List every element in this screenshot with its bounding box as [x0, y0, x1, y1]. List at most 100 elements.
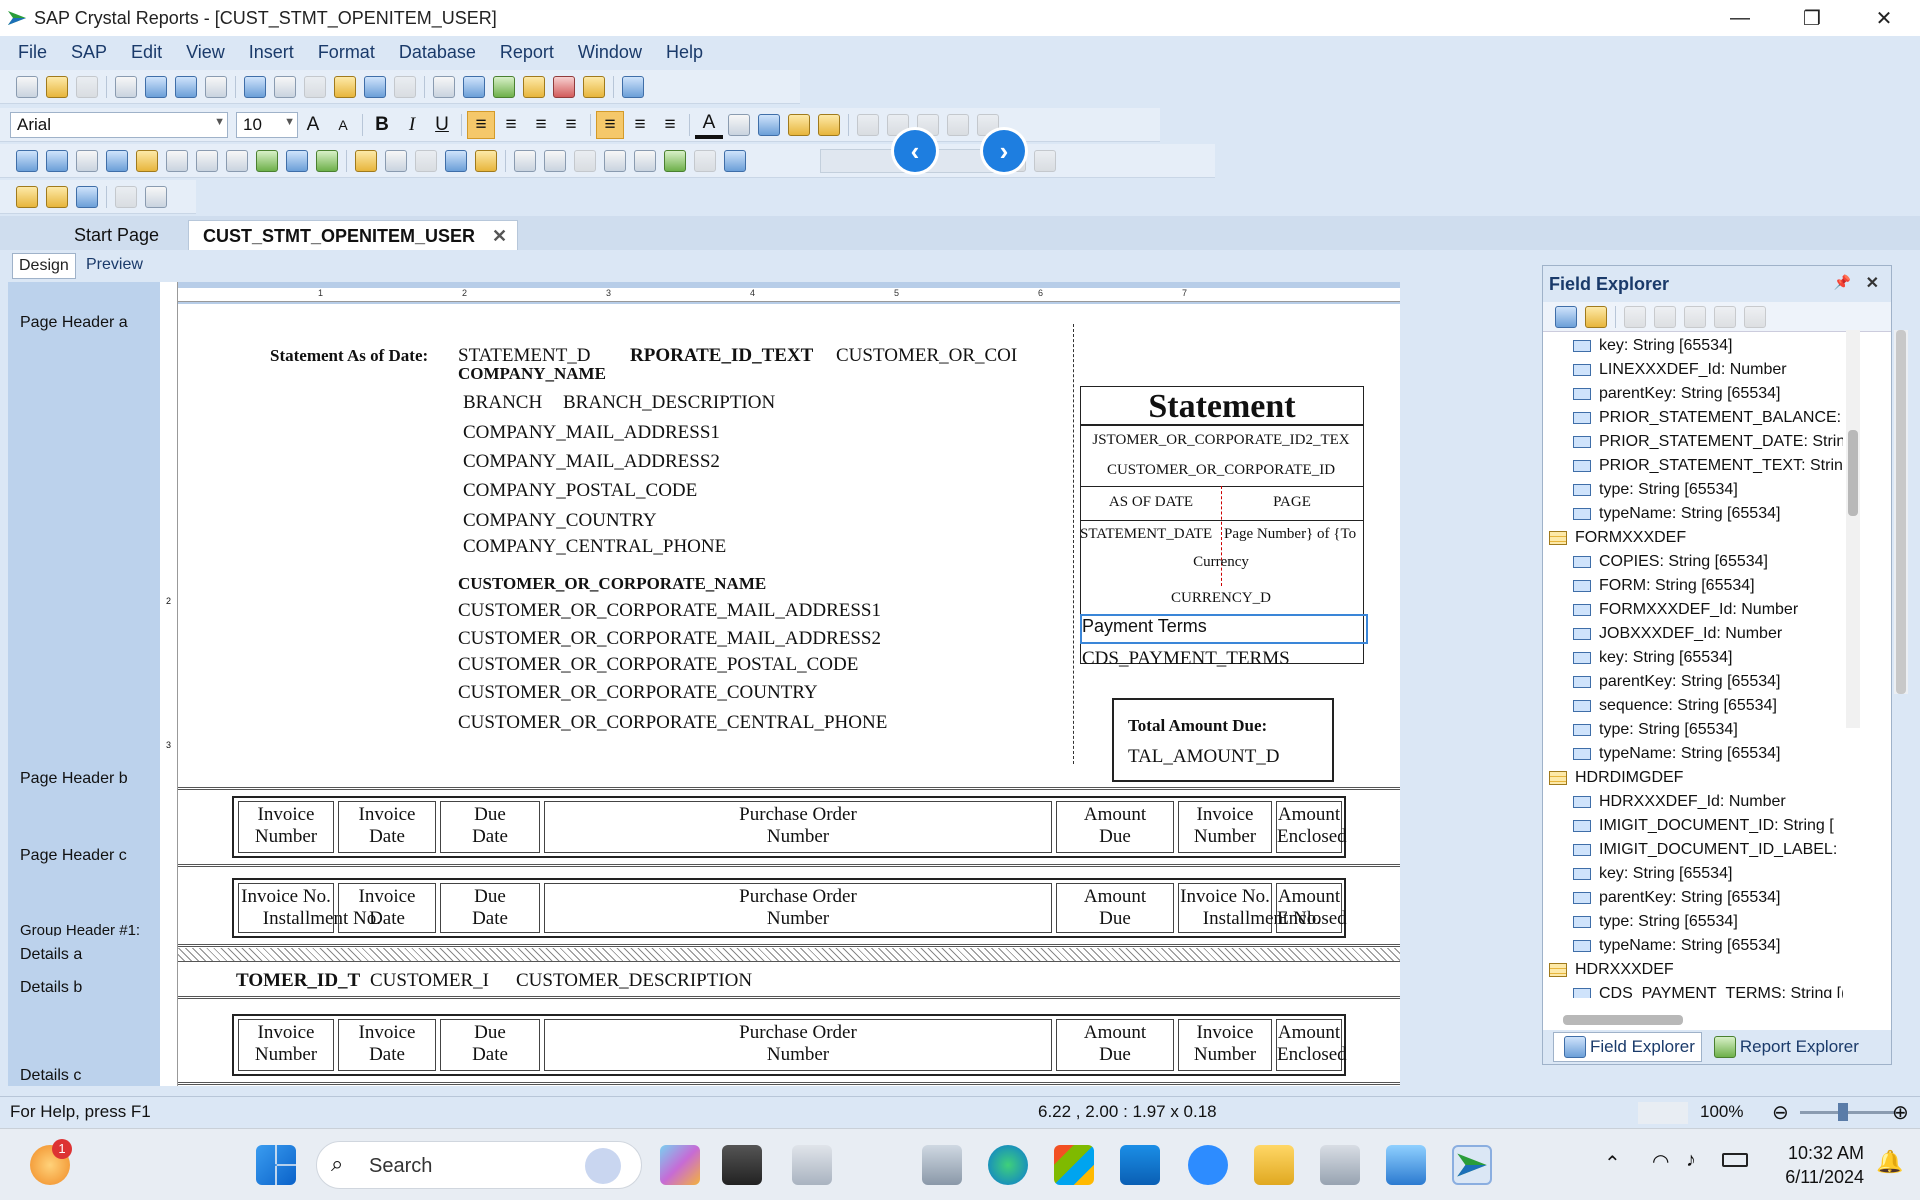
insert-to-report-icon[interactable] — [1555, 305, 1577, 328]
find-icon[interactable] — [622, 75, 644, 98]
delete-icon[interactable] — [1744, 305, 1766, 328]
clock-time[interactable]: 10:32 AM — [1770, 1143, 1864, 1164]
sort-ascending-icon[interactable] — [445, 149, 467, 172]
field-node[interactable]: type: String [65534] — [1543, 478, 1843, 502]
header-b-cell-5[interactable]: Invoice Number — [1178, 801, 1272, 853]
tab-preview[interactable]: Preview — [80, 253, 149, 279]
header-b-cell-0[interactable]: Invoice Number — [238, 801, 334, 853]
statement-as-of-label[interactable]: Statement As of Date: — [270, 346, 428, 366]
customer-mail-address2-field[interactable]: CUSTOMER_OR_CORPORATE_MAIL_ADDRESS2 — [458, 628, 881, 650]
total-amount-due-label[interactable]: Total Amount Due: — [1128, 716, 1267, 736]
field-node[interactable]: sequence: String [65534] — [1543, 694, 1843, 718]
cut-icon[interactable] — [244, 75, 266, 98]
field-node[interactable]: type: String [65534] — [1543, 718, 1843, 742]
last-page-icon[interactable] — [1034, 149, 1056, 172]
field-node[interactable]: parentKey: String [65534] — [1543, 382, 1843, 406]
properties-icon[interactable] — [145, 185, 167, 208]
field-node[interactable]: key: String [65534] — [1543, 862, 1843, 886]
field-node[interactable]: PRIOR_STATEMENT_TEXT: Strin — [1543, 454, 1843, 478]
field-node[interactable]: LINEXXXDEF_Id: Number — [1543, 358, 1843, 382]
menu-insert[interactable]: Insert — [237, 42, 306, 63]
report-explorer-icon[interactable] — [634, 149, 656, 172]
open-folder-icon[interactable] — [46, 185, 68, 208]
report-canvas[interactable]: Statement As of Date: STATEMENT_D RPORAT… — [178, 304, 1400, 1086]
paste-icon[interactable] — [304, 75, 326, 98]
company-mail-address2-field[interactable]: COMPANY_MAIL_ADDRESS2 — [463, 451, 720, 473]
currency-field[interactable]: CURRENCY_D — [1084, 590, 1358, 607]
header-c-cell-0[interactable]: Invoice No. Installment No. — [238, 883, 381, 933]
field-node[interactable]: IMIGIT_DOCUMENT_ID_LABEL: — [1543, 838, 1843, 862]
field-node[interactable]: type: String [65534] — [1543, 910, 1843, 934]
header-c-cell-4[interactable]: Amount Due — [1056, 883, 1174, 933]
minimize-button[interactable]: — — [1710, 0, 1770, 36]
section-page-header-b[interactable]: Page Header b — [20, 770, 128, 788]
tab-design[interactable]: Design — [12, 253, 76, 279]
customer-country-field[interactable]: CUSTOMER_OR_CORPORATE_COUNTRY — [458, 682, 818, 704]
tools-app-icon[interactable] — [1320, 1145, 1360, 1185]
section-page-header-c[interactable]: Page Header c — [20, 847, 127, 865]
section-details-c[interactable]: Details c — [20, 1067, 81, 1085]
suppress-icon[interactable] — [758, 113, 780, 136]
align-bottom-icon[interactable]: ≡ — [656, 111, 684, 139]
field-node[interactable]: JOBXXXDEF_Id: Number — [1543, 622, 1843, 646]
menu-format[interactable]: Format — [306, 42, 387, 63]
details-b-cell-6[interactable]: Amount Enclosed — [1276, 1019, 1347, 1071]
template-icon[interactable] — [574, 149, 596, 172]
as-of-date-header[interactable]: AS OF DATE — [1084, 494, 1218, 511]
edit-icon[interactable] — [1654, 305, 1676, 328]
undo-icon[interactable] — [364, 75, 386, 98]
edge-browser-icon[interactable] — [988, 1145, 1028, 1185]
page-header-cell[interactable]: PAGE — [1224, 494, 1360, 511]
print-preview-icon[interactable] — [145, 75, 167, 98]
field-node[interactable]: key: String [65534] — [1543, 334, 1843, 358]
wifi-icon[interactable]: ◠ — [1652, 1149, 1669, 1174]
restore-button[interactable]: ❐ — [1782, 0, 1842, 36]
justify-icon[interactable]: ≡ — [557, 111, 585, 139]
toggle-field-view-icon[interactable] — [433, 75, 455, 98]
nav-forward-button[interactable]: › — [983, 130, 1025, 172]
new-icon[interactable] — [16, 185, 38, 208]
new-report-icon[interactable] — [16, 75, 38, 98]
customer-id-field[interactable]: TOMER_ID_T — [236, 970, 362, 992]
field-node[interactable]: FORMXXXDEF_Id: Number — [1543, 598, 1843, 622]
formula-workshop-icon[interactable] — [523, 75, 545, 98]
font-size-select[interactable]: 10 ▼ — [236, 111, 298, 138]
chevron-up-icon[interactable]: ⌃ — [1604, 1151, 1621, 1176]
section-details-b[interactable]: Details b — [20, 979, 82, 997]
database-fields-icon[interactable] — [355, 149, 377, 172]
menu-window[interactable]: Window — [566, 42, 654, 63]
header-c-cell-2[interactable]: Due Date — [440, 883, 540, 933]
main-scroll-thumb[interactable] — [1896, 330, 1906, 694]
cds-payment-terms-field[interactable]: CDS_PAYMENT_TERMS — [1082, 648, 1290, 670]
company-name-field[interactable]: COMPANY_NAME — [458, 364, 606, 384]
font-color-icon[interactable]: A — [695, 111, 723, 139]
section-page-header-a[interactable]: Page Header a — [20, 314, 128, 332]
notepad-icon[interactable] — [1386, 1145, 1426, 1185]
align-right-icon[interactable]: ≡ — [527, 111, 555, 139]
menu-report[interactable]: Report — [488, 42, 566, 63]
redo-icon[interactable] — [394, 75, 416, 98]
field-node[interactable]: HDRXXXDEF_Id: Number — [1543, 790, 1843, 814]
close-tab-icon[interactable]: ✕ — [492, 226, 507, 247]
field-node[interactable]: parentKey: String [65534] — [1543, 670, 1843, 694]
tab-document[interactable]: CUST_STMT_OPENITEM_USER ✕ — [188, 220, 519, 250]
menu-help[interactable]: Help — [654, 42, 715, 63]
corp-id2-text-field[interactable]: JSTOMER_OR_CORPORATE_ID2_TEX — [1084, 432, 1358, 449]
field-node[interactable]: typeName: String [65534] — [1543, 742, 1843, 766]
payment-terms-label[interactable]: Payment Terms — [1082, 616, 1207, 637]
header-c-cell-1[interactable]: Invoice Date — [338, 883, 436, 933]
copilot-icon[interactable] — [660, 1145, 700, 1185]
section-details-a[interactable]: Details a — [20, 946, 82, 964]
header-b-cell-2[interactable]: Due Date — [440, 801, 540, 853]
repository-icon[interactable] — [664, 149, 686, 172]
company-mail-address1-field[interactable]: COMPANY_MAIL_ADDRESS1 — [463, 422, 720, 444]
open-icon[interactable] — [46, 75, 68, 98]
section-expert-icon[interactable] — [514, 149, 536, 172]
export-icon[interactable] — [205, 75, 227, 98]
insert-olap-grid-icon[interactable] — [136, 149, 158, 172]
zoom-slider[interactable] — [1800, 1111, 1896, 1114]
main-scrollbar[interactable] — [1894, 330, 1908, 694]
details-b-cell-0[interactable]: Invoice Number — [238, 1019, 334, 1071]
currency-label[interactable]: Currency — [1084, 554, 1358, 571]
field-node[interactable]: COPIES: String [65534] — [1543, 550, 1843, 574]
